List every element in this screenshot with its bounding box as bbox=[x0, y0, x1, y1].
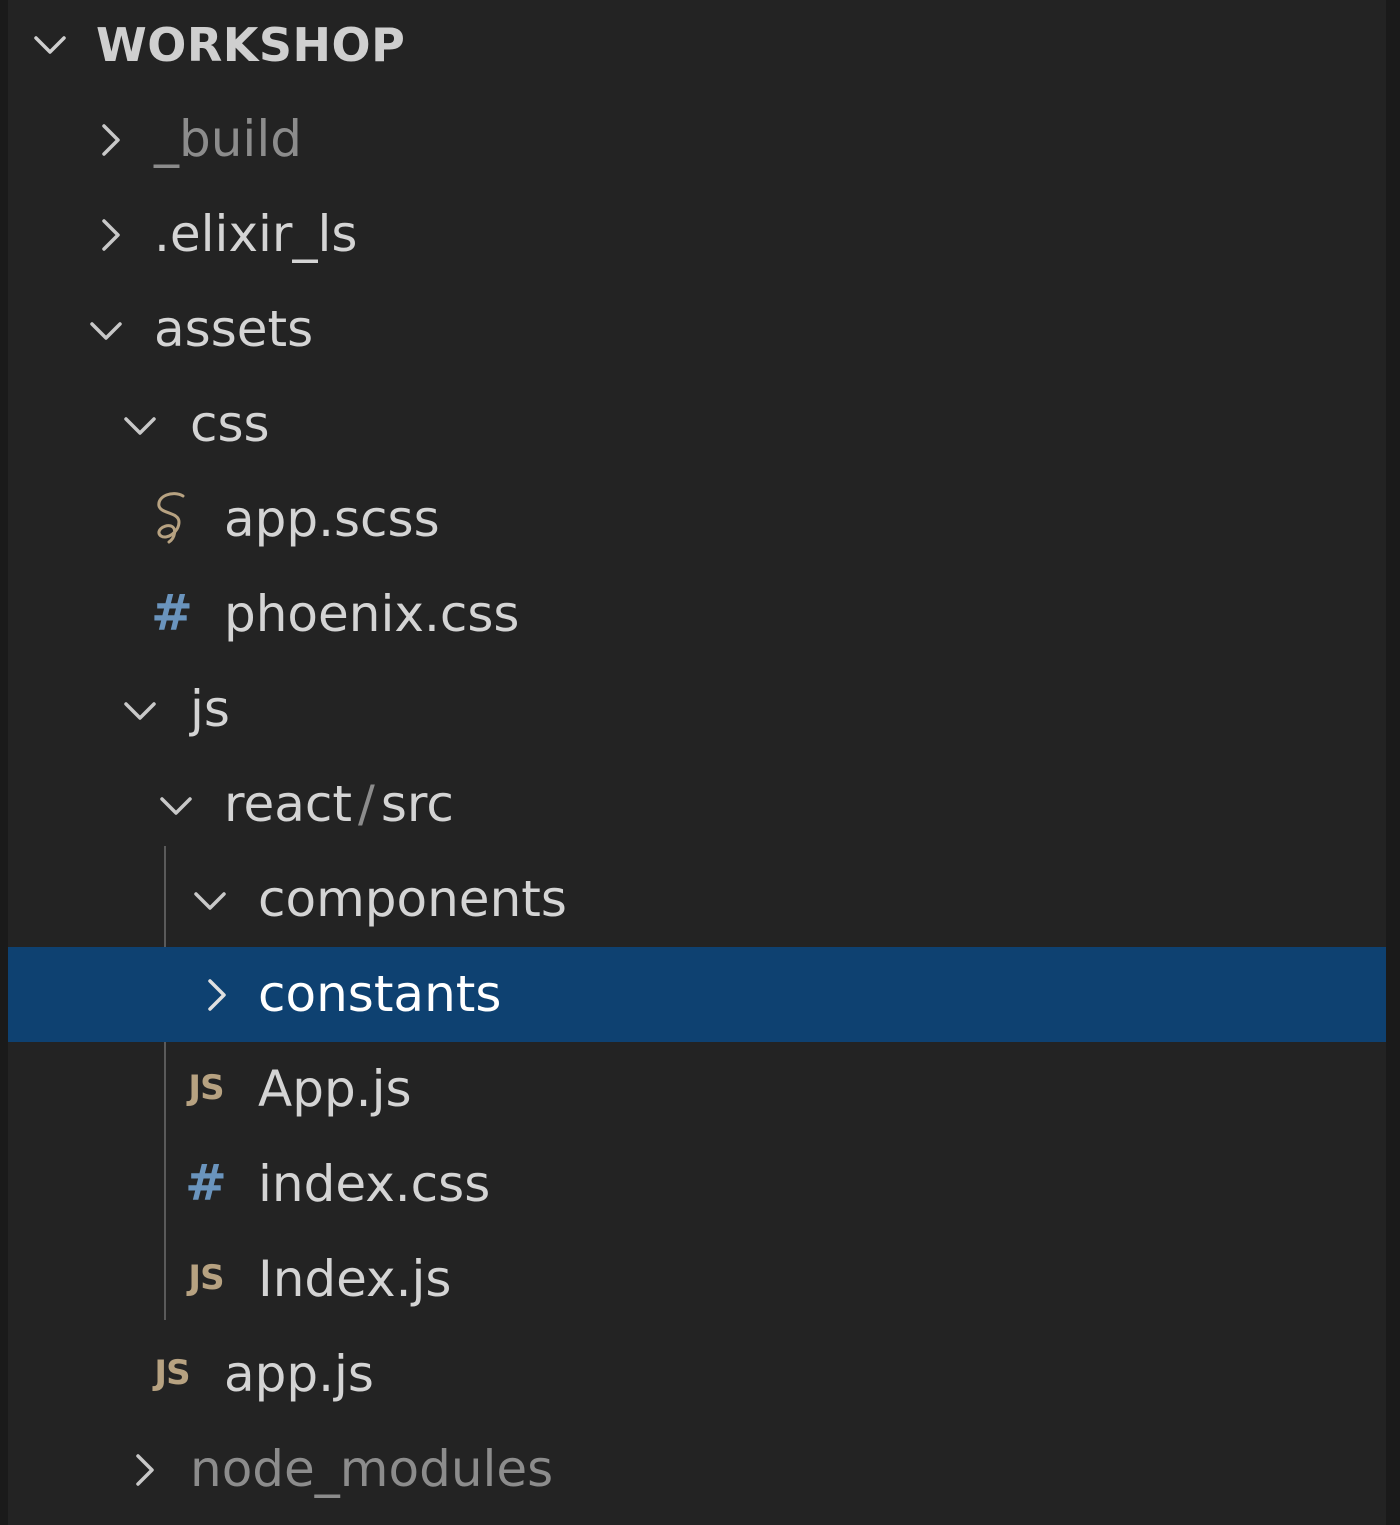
tree-item-label: app.scss bbox=[224, 490, 440, 548]
js-icon: JS bbox=[188, 1258, 224, 1298]
tree-item-label: css bbox=[190, 395, 270, 453]
tree-item-label: Index.js bbox=[258, 1250, 452, 1308]
tree-item-constants[interactable]: constants bbox=[8, 947, 1386, 1042]
workspace-title: WORKSHOP bbox=[96, 18, 406, 72]
chevron-down-icon[interactable] bbox=[122, 692, 158, 728]
file-tree: _build .elixir_ls assets css app.scss # … bbox=[8, 92, 1386, 1517]
tree-item-label: phoenix.css bbox=[224, 585, 520, 643]
tree-item-label: app.js bbox=[224, 1345, 374, 1403]
tree-item-components[interactable]: components bbox=[8, 852, 1386, 947]
chevron-down-icon[interactable] bbox=[88, 312, 124, 348]
js-icon: JS bbox=[188, 1068, 224, 1108]
chevron-down-icon[interactable] bbox=[192, 882, 228, 918]
css-hash-icon: # bbox=[185, 1154, 227, 1212]
tree-item-label: assets bbox=[154, 300, 314, 358]
compact-folder-separator: / bbox=[357, 775, 375, 833]
tree-item-elixir-ls[interactable]: .elixir_ls bbox=[8, 187, 1386, 282]
tree-item-label: constants bbox=[258, 965, 502, 1023]
chevron-right-icon[interactable] bbox=[126, 1452, 162, 1488]
js-icon: JS bbox=[154, 1353, 190, 1393]
file-explorer: WORKSHOP _build .elixir_ls assets css ap… bbox=[0, 0, 1400, 1525]
chevron-down-icon[interactable] bbox=[30, 25, 70, 65]
panel-border-right bbox=[1386, 0, 1400, 1525]
tree-item-label: js bbox=[190, 680, 230, 738]
chevron-down-icon[interactable] bbox=[122, 407, 158, 443]
tree-item-js[interactable]: js bbox=[8, 662, 1386, 757]
compact-folder-child[interactable]: src bbox=[381, 775, 454, 833]
tree-item-label: index.css bbox=[258, 1155, 491, 1213]
compact-folder-parent[interactable]: react bbox=[224, 775, 352, 833]
tree-item-label: components bbox=[258, 870, 567, 928]
tree-item-node-modules[interactable]: node_modules bbox=[8, 1422, 1386, 1517]
tree-item-root-app-js[interactable]: JS app.js bbox=[8, 1327, 1386, 1422]
tree-item-label: .elixir_ls bbox=[154, 205, 358, 263]
sass-icon bbox=[142, 486, 202, 550]
tree-item-label: App.js bbox=[258, 1060, 412, 1118]
tree-item-app-scss[interactable]: app.scss bbox=[8, 472, 1386, 567]
compact-folder-label: react / src bbox=[224, 757, 454, 852]
tree-item-css[interactable]: css bbox=[8, 377, 1386, 472]
chevron-right-icon[interactable] bbox=[92, 217, 128, 253]
tree-item-index-css[interactable]: # index.css bbox=[8, 1137, 1386, 1232]
panel-border-left bbox=[0, 0, 8, 1525]
tree-item-build[interactable]: _build bbox=[8, 92, 1386, 187]
tree-item-label: _build bbox=[154, 110, 302, 168]
tree-item-assets[interactable]: assets bbox=[8, 282, 1386, 377]
chevron-right-icon[interactable] bbox=[92, 122, 128, 158]
tree-item-phoenix-css[interactable]: # phoenix.css bbox=[8, 567, 1386, 662]
css-hash-icon: # bbox=[151, 584, 193, 642]
tree-item-label: node_modules bbox=[190, 1440, 554, 1498]
explorer-section-header[interactable]: WORKSHOP bbox=[8, 0, 1386, 92]
tree-item-index-js[interactable]: JS Index.js bbox=[8, 1232, 1386, 1327]
tree-item-react-src[interactable]: react / src bbox=[8, 757, 1386, 852]
chevron-right-icon[interactable] bbox=[198, 977, 234, 1013]
chevron-down-icon[interactable] bbox=[158, 787, 194, 823]
tree-item-app-js[interactable]: JS App.js bbox=[8, 1042, 1386, 1137]
